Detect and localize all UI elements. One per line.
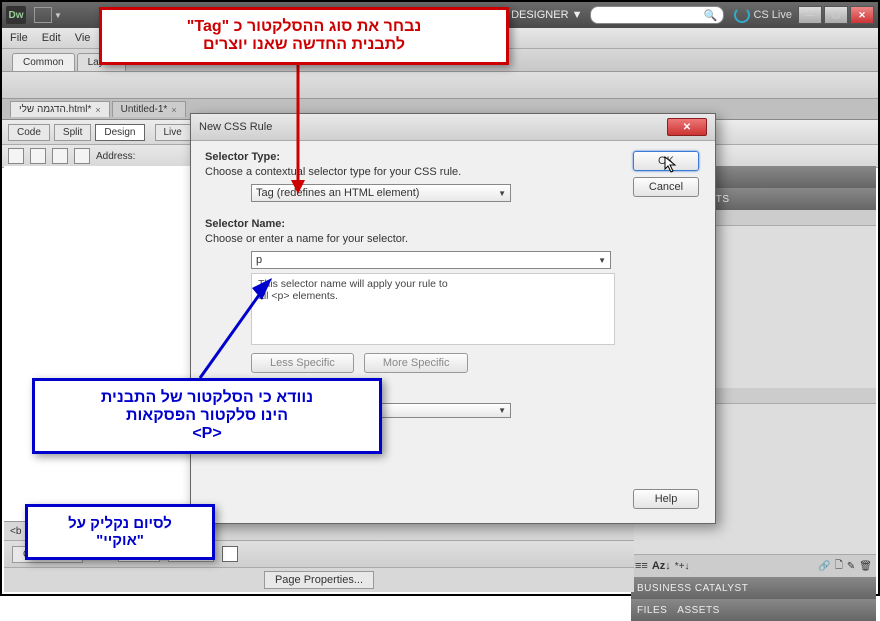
insert-toolbar — [2, 72, 878, 99]
forward-icon[interactable] — [30, 148, 46, 164]
address-label: Address: — [96, 151, 135, 162]
split-view-button[interactable]: Split — [54, 124, 91, 141]
back-icon[interactable] — [8, 148, 24, 164]
refresh-icon[interactable] — [52, 148, 68, 164]
code-view-button[interactable]: Code — [8, 124, 50, 141]
close-icon[interactable]: × — [171, 105, 176, 115]
close-icon[interactable]: × — [95, 105, 100, 115]
home-icon[interactable] — [74, 148, 90, 164]
mouse-cursor-icon — [664, 156, 678, 174]
doc-tab-2[interactable]: Untitled-1* × — [112, 101, 186, 117]
cslive-icon — [734, 7, 750, 23]
edit-icon[interactable]: ✎ — [847, 561, 855, 572]
dropdown-value: Tag (redefines an HTML element) — [256, 187, 419, 199]
selector-type-label: Selector Type: — [205, 151, 619, 163]
panel-label: ASSETS — [677, 605, 719, 616]
callout-mid: נוודא כי הסלקטור של התבנית הינו סלקטור ה… — [32, 378, 382, 454]
search-input[interactable]: 🔍 — [590, 6, 724, 24]
cs-live-button[interactable]: CS Live — [734, 7, 792, 23]
dreamweaver-logo: Dw — [6, 6, 26, 24]
color-swatch[interactable] — [222, 546, 238, 562]
layout-icon[interactable] — [34, 7, 52, 23]
callout-text: נוודא כי הסלקטור של התבנית הינו סלקטור ה… — [47, 389, 367, 443]
page-properties-button[interactable]: Page Properties... — [264, 571, 374, 589]
callout-bot: לסיום נקליק על "אוקיי" — [25, 504, 215, 560]
cancel-button[interactable]: Cancel — [633, 177, 699, 197]
search-icon: 🔍 — [704, 9, 718, 22]
selector-name-input[interactable]: p ▼ — [251, 251, 611, 269]
menu-file[interactable]: File — [10, 32, 28, 44]
chevron-down-icon: ▼ — [598, 256, 606, 265]
close-button[interactable]: ✕ — [850, 6, 874, 24]
chevron-down-icon: ▼ — [498, 189, 506, 198]
rule-icon[interactable]: *+↓ — [675, 561, 690, 572]
dialog-close-button[interactable]: ✕ — [667, 118, 707, 136]
panel-files[interactable]: FILES ASSETS — [631, 599, 876, 621]
live-view-button[interactable]: Live — [155, 124, 191, 141]
doc-tab-label: Untitled-1* — [121, 104, 168, 115]
design-view-button[interactable]: Design — [95, 124, 144, 141]
menu-edit[interactable]: Edit — [42, 32, 61, 44]
panel-label: FILES — [637, 605, 667, 616]
help-button[interactable]: Help — [633, 489, 699, 509]
new-rule-icon[interactable]: 🗋 — [835, 558, 843, 575]
callout-text: לסיום נקליק על "אוקיי" — [40, 515, 200, 549]
selector-description: This selector name will apply your rule … — [251, 273, 615, 345]
arrow-blue-up — [196, 276, 276, 382]
doc-tab-1[interactable]: הדגמה שלי.html* × — [10, 101, 110, 117]
maximize-button[interactable]: ☐ — [824, 6, 848, 24]
more-specific-button[interactable]: More Specific — [364, 353, 469, 373]
arrow-red-down — [288, 64, 308, 194]
callout-text: נבחר את סוג ההסלקטור כ "Tag" לתבנית החדש… — [114, 18, 494, 54]
tag-selector[interactable]: <b — [10, 526, 21, 537]
dialog-titlebar[interactable]: New CSS Rule ✕ — [191, 114, 715, 141]
cslive-label: CS Live — [753, 9, 792, 21]
trash-icon[interactable]: 🗑 — [859, 561, 872, 572]
az-sort-icon[interactable]: Az↓ — [652, 560, 671, 572]
dialog-title: New CSS Rule — [199, 121, 272, 133]
selector-name-desc: Choose or enter a name for your selector… — [205, 233, 619, 245]
link-icon[interactable]: 🔗 — [818, 561, 830, 572]
tab-common[interactable]: Common — [12, 53, 75, 71]
chevron-down-icon: ▼ — [498, 406, 506, 415]
selector-type-desc: Choose a contextual selector type for yo… — [205, 166, 619, 178]
callout-top: נבחר את סוג ההסלקטור כ "Tag" לתבנית החדש… — [99, 7, 509, 65]
menu-view[interactable]: Vie — [75, 32, 91, 44]
doc-tab-label: הדגמה שלי.html* — [19, 104, 91, 115]
input-value: p — [256, 254, 262, 266]
selector-name-label: Selector Name: — [205, 218, 619, 230]
css-add-icon[interactable]: ≡≡ — [635, 560, 648, 572]
minimize-button[interactable]: — — [798, 6, 822, 24]
chevron-down-icon[interactable]: ▼ — [54, 11, 62, 20]
